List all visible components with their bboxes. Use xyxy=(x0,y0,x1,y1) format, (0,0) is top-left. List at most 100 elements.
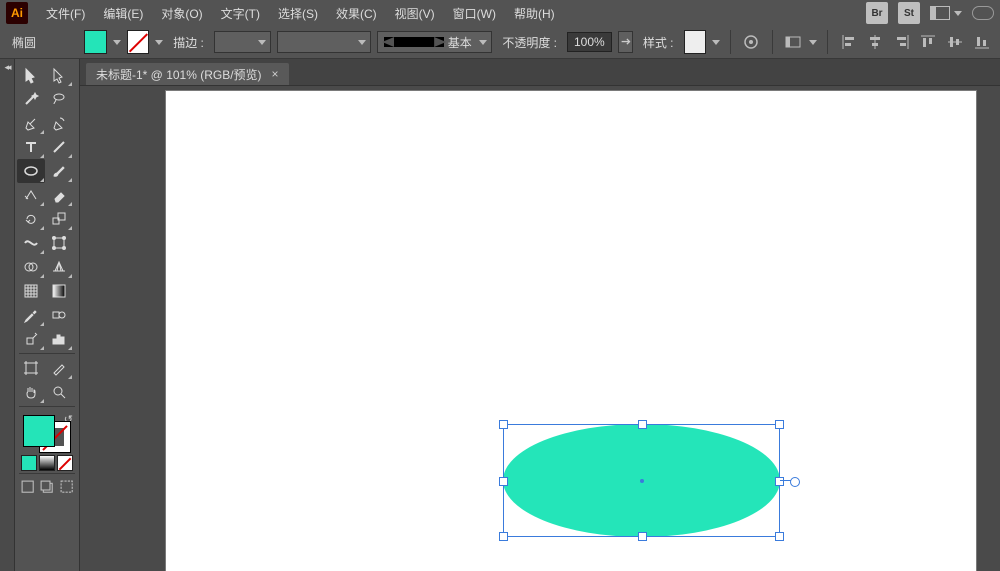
perspective-grid-tool[interactable] xyxy=(45,255,73,279)
selection-tool[interactable] xyxy=(17,63,45,87)
brush-dropdown[interactable]: 基本 xyxy=(377,31,492,53)
toolbox: ↺ xyxy=(15,59,80,571)
canvas[interactable] xyxy=(80,86,1000,571)
align-bottom-icon[interactable] xyxy=(971,31,992,53)
align-right-icon[interactable] xyxy=(892,31,913,53)
graphic-style-swatch[interactable] xyxy=(684,30,707,54)
align-to-icon[interactable] xyxy=(783,31,804,53)
shaper-tool[interactable] xyxy=(17,183,45,207)
stroke-weight-dropdown[interactable] xyxy=(214,31,271,53)
mesh-tool[interactable] xyxy=(17,279,45,303)
selection-center-icon xyxy=(640,479,644,483)
document-tab[interactable]: 未标题-1* @ 101% (RGB/预览) × xyxy=(86,63,289,85)
recolor-artwork-icon[interactable] xyxy=(741,31,762,53)
opacity-stepper[interactable] xyxy=(618,31,633,53)
curvature-tool[interactable] xyxy=(45,111,73,135)
resize-handle-mid-right[interactable] xyxy=(775,477,784,486)
options-bar: 椭圆 描边 : 基本 不透明度 : 100% 样式 : xyxy=(0,26,1000,59)
artboard-tool[interactable] xyxy=(17,356,45,380)
menu-help[interactable]: 帮助(H) xyxy=(506,3,563,24)
stroke-swatch[interactable] xyxy=(127,30,150,54)
pie-widget-handle[interactable] xyxy=(790,477,800,487)
chevron-down-icon xyxy=(479,40,487,45)
resize-handle-mid-left[interactable] xyxy=(499,477,508,486)
eraser-tool[interactable] xyxy=(45,183,73,207)
align-vcenter-icon[interactable] xyxy=(945,31,966,53)
hand-tool[interactable] xyxy=(17,380,45,404)
type-tool[interactable] xyxy=(17,135,45,159)
gradient-mode-icon[interactable] xyxy=(39,455,55,471)
variable-width-dropdown[interactable] xyxy=(277,31,371,53)
none-mode-icon[interactable] xyxy=(57,455,73,471)
draw-normal-icon[interactable] xyxy=(21,480,34,494)
width-tool[interactable] xyxy=(17,231,45,255)
chevron-down-icon[interactable] xyxy=(809,40,817,45)
menu-view[interactable]: 视图(V) xyxy=(387,3,443,24)
bridge-button[interactable]: Br xyxy=(866,2,888,24)
close-icon[interactable]: × xyxy=(272,67,279,81)
style-label: 样式 : xyxy=(643,34,674,51)
chevron-down-icon xyxy=(258,40,266,45)
draw-behind-icon[interactable] xyxy=(40,480,53,494)
resize-handle-bottom-left[interactable] xyxy=(499,532,508,541)
chevron-down-icon xyxy=(954,11,962,16)
align-hcenter-icon[interactable] xyxy=(865,31,886,53)
align-left-icon[interactable] xyxy=(838,31,859,53)
panel-collapse-handle[interactable]: ◂◂ xyxy=(0,59,15,571)
line-tool[interactable] xyxy=(45,135,73,159)
resize-handle-top-right[interactable] xyxy=(775,420,784,429)
scale-tool[interactable] xyxy=(45,207,73,231)
workspace-switcher[interactable] xyxy=(930,6,962,20)
opacity-input[interactable]: 100% xyxy=(567,32,612,52)
symbol-sprayer-tool[interactable] xyxy=(17,327,45,351)
eyedropper-tool[interactable] xyxy=(17,303,45,327)
separator xyxy=(730,30,731,54)
resize-handle-top-mid[interactable] xyxy=(638,420,647,429)
chevron-down-icon xyxy=(358,40,366,45)
separator xyxy=(827,30,828,54)
shape-builder-tool[interactable] xyxy=(17,255,45,279)
paintbrush-tool[interactable] xyxy=(45,159,73,183)
chevron-down-icon[interactable] xyxy=(113,40,121,45)
selected-ellipse[interactable] xyxy=(503,424,780,537)
rotate-tool[interactable] xyxy=(17,207,45,231)
menu-edit[interactable]: 编辑(E) xyxy=(95,3,151,24)
menu-effect[interactable]: 效果(C) xyxy=(328,3,385,24)
ellipse-tool[interactable] xyxy=(17,159,45,183)
document-tab-title: 未标题-1* @ 101% (RGB/预览) xyxy=(96,66,262,83)
blend-tool[interactable] xyxy=(45,303,73,327)
gradient-tool[interactable] xyxy=(45,279,73,303)
lasso-tool[interactable] xyxy=(45,87,73,111)
menu-file[interactable]: 文件(F) xyxy=(38,3,93,24)
zoom-tool[interactable] xyxy=(45,380,73,404)
stock-button[interactable]: St xyxy=(898,2,920,24)
fill-swatch[interactable] xyxy=(84,30,107,54)
stroke-weight-label: 描边 : xyxy=(173,34,204,51)
separator xyxy=(772,30,773,54)
menu-type[interactable]: 文字(T) xyxy=(213,3,268,24)
align-top-icon[interactable] xyxy=(918,31,939,53)
free-transform-tool[interactable] xyxy=(45,231,73,255)
document-tab-strip: 未标题-1* @ 101% (RGB/预览) × xyxy=(80,59,1000,86)
menu-select[interactable]: 选择(S) xyxy=(270,3,326,24)
draw-inside-icon[interactable] xyxy=(60,480,73,494)
layout-icon xyxy=(930,6,950,20)
document-area: 未标题-1* @ 101% (RGB/预览) × xyxy=(80,59,1000,571)
pen-tool[interactable] xyxy=(17,111,45,135)
magic-wand-tool[interactable] xyxy=(17,87,45,111)
chevron-down-icon[interactable] xyxy=(155,40,163,45)
app-logo-icon: Ai xyxy=(6,2,28,24)
resize-handle-top-left[interactable] xyxy=(499,420,508,429)
color-mode-icon[interactable] xyxy=(21,455,37,471)
fill-color-icon[interactable] xyxy=(23,415,55,447)
direct-selection-tool[interactable] xyxy=(45,63,73,87)
chevron-down-icon[interactable] xyxy=(712,40,720,45)
menu-object[interactable]: 对象(O) xyxy=(153,3,210,24)
column-graph-tool[interactable] xyxy=(45,327,73,351)
resize-handle-bottom-mid[interactable] xyxy=(638,532,647,541)
sync-cloud-icon[interactable] xyxy=(972,2,994,24)
resize-handle-bottom-right[interactable] xyxy=(775,532,784,541)
slice-tool[interactable] xyxy=(45,356,73,380)
menu-window[interactable]: 窗口(W) xyxy=(445,3,504,24)
fill-stroke-control[interactable]: ↺ xyxy=(21,413,73,453)
